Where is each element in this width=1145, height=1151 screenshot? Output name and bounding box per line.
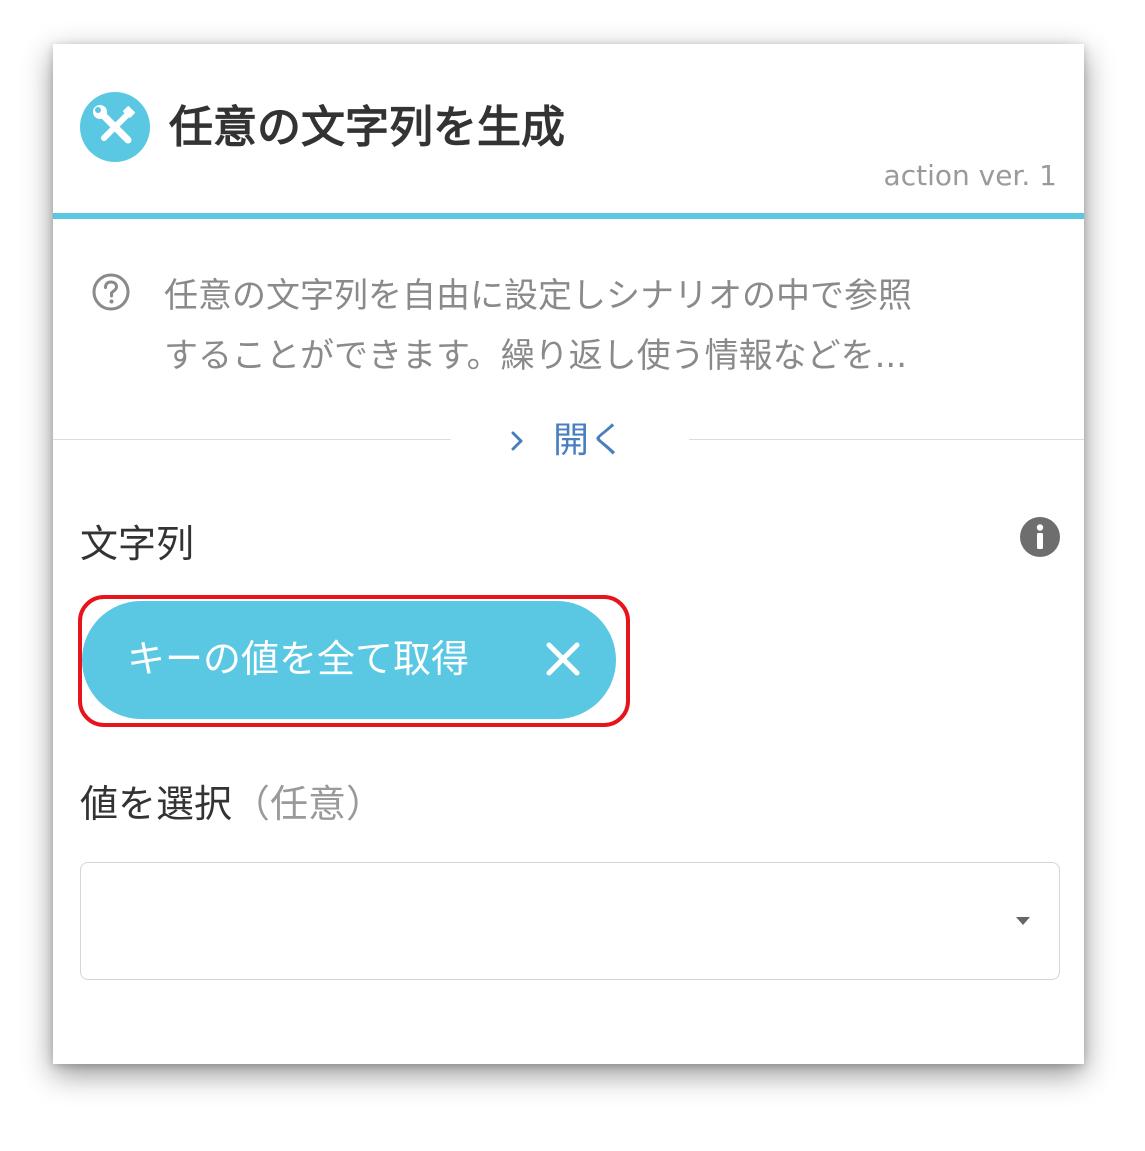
select-label-optional: （任意） [232,782,385,826]
header-accent-bar [53,213,1084,219]
version-label: action ver. 1 [883,159,1057,192]
open-toggle-label: 開く [553,420,626,461]
select-field-label: 値を選択（任意） [80,778,384,830]
description-line-1: 任意の文字列を自由に設定しシナリオの中で参照 [164,276,912,316]
divider [689,439,1084,440]
tools-icon [80,92,150,162]
highlight-annotation [78,595,630,727]
select-label-main: 値を選択 [80,782,233,826]
description-line-2: することができます。繰り返し使う情報などを... [164,336,908,376]
action-panel: 任意の文字列を生成 action ver. 1 任意の文字列を自由に設定しシナリ… [53,44,1084,1064]
string-field-label: 文字列 [80,522,195,566]
divider [53,439,451,440]
panel-header: 任意の文字列を生成 action ver. 1 [53,44,1084,214]
page-title: 任意の文字列を生成 [169,102,565,153]
open-description-toggle[interactable]: 開く [505,416,625,466]
value-select[interactable] [80,862,1060,980]
info-icon[interactable] [1019,516,1061,558]
description-text: 任意の文字列を自由に設定しシナリオの中で参照 することができます。繰り返し使う情… [164,266,1044,386]
question-circle-icon [91,272,131,312]
chevron-right-icon [511,431,523,451]
dropdown-arrow-icon [1016,917,1030,925]
